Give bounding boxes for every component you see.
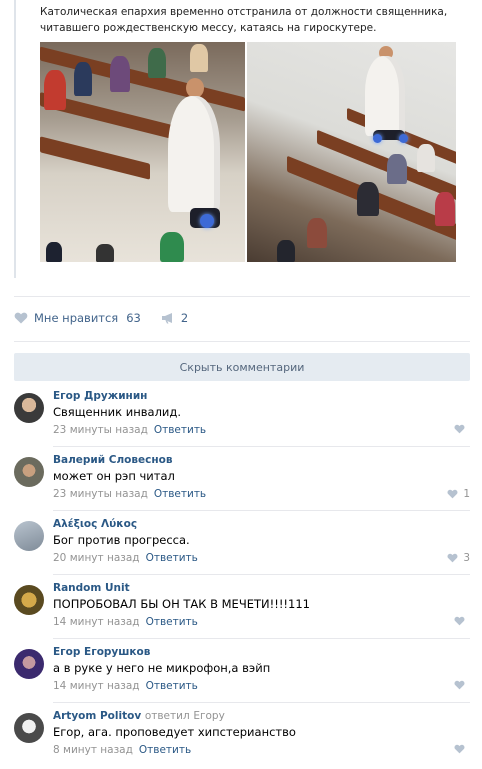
comment-time[interactable]: 8 минут назад (53, 744, 133, 756)
heart-icon (14, 312, 28, 324)
comment-like-button[interactable] (454, 424, 470, 434)
comment-author: Artyom Politov ответил Егору (53, 710, 225, 722)
avatar[interactable] (14, 649, 44, 679)
repost-bar (14, 0, 16, 278)
like-count: 63 (126, 311, 141, 325)
post-actions: Мне нравится 63 2 (14, 309, 208, 327)
comment-meta: 14 минут назад Ответить (53, 616, 198, 628)
comment-text: Бог против прогресса. (53, 533, 190, 547)
hide-comments-button[interactable]: Скрыть комментарии (14, 353, 470, 381)
comment: Егор Дружинин Священник инвалид. 23 мину… (14, 383, 470, 447)
like-label: Мне нравится (34, 311, 119, 325)
reply-link[interactable]: Ответить (154, 488, 206, 500)
comment-time[interactable]: 14 минут назад (53, 680, 140, 692)
comment-meta: 20 минут назад Ответить (53, 552, 198, 564)
comment-like-button[interactable] (454, 744, 470, 754)
replied-text: ответил (144, 710, 190, 722)
comment-meta: 14 минут назад Ответить (53, 680, 198, 692)
avatar[interactable] (14, 457, 44, 487)
reply-link[interactable]: Ответить (146, 552, 198, 564)
reply-link[interactable]: Ответить (139, 744, 191, 756)
post-photo[interactable] (40, 42, 456, 262)
heart-icon (447, 553, 458, 563)
comment-like-button[interactable] (454, 616, 470, 626)
comment-text: может он рэп читал (53, 469, 175, 483)
comment-meta: 8 минут назад Ответить (53, 744, 191, 756)
reply-link[interactable]: Ответить (154, 424, 206, 436)
actions-divider (14, 341, 470, 342)
post-divider (14, 296, 470, 297)
like-button[interactable]: Мне нравится 63 (14, 311, 141, 325)
comment-text: ПОПРОБОВАЛ БЫ ОН ТАК В МЕЧЕТИ!!!!111 (53, 597, 310, 611)
comment: Αλέξιος Λύκος Бог против прогресса. 20 м… (14, 511, 470, 575)
post-text: Католическая епархия временно отстранила… (40, 6, 448, 34)
comment-meta: 23 минуты назад Ответить (53, 488, 206, 500)
comment: Валерий Словеснов может он рэп читал 23 … (14, 447, 470, 511)
photo-right-frame (247, 42, 456, 262)
share-count: 2 (180, 311, 189, 325)
comment-author[interactable]: Αλέξιος Λύκος (53, 518, 137, 530)
comment-meta: 23 минуты назад Ответить (53, 424, 206, 436)
comment-text: Егор, ага. проповедует хипстерианство (53, 725, 296, 739)
comment: Artyom Politov ответил Егору Егор, ага. … (14, 703, 470, 767)
comment-time[interactable]: 23 минуты назад (53, 424, 148, 436)
reply-link[interactable]: Ответить (146, 680, 198, 692)
avatar[interactable] (14, 521, 44, 551)
heart-icon (447, 489, 458, 499)
avatar[interactable] (14, 585, 44, 615)
avatar[interactable] (14, 393, 44, 423)
comment-time[interactable]: 20 минут назад (53, 552, 140, 564)
comment-time[interactable]: 23 минуты назад (53, 488, 148, 500)
comment-author[interactable]: Егор Егорушков (53, 646, 150, 658)
avatar[interactable] (14, 713, 44, 743)
comment: Егор Егорушков а в руке у него не микроф… (14, 639, 470, 703)
comment-like-button[interactable]: 3 (447, 552, 470, 564)
post: Католическая епархия временно отстранила… (0, 0, 482, 296)
comment: Random Unit ПОПРОБОВАЛ БЫ ОН ТАК В МЕЧЕТ… (14, 575, 470, 639)
comment-like-button[interactable]: 1 (447, 488, 470, 500)
comment-like-button[interactable] (454, 680, 470, 690)
comment-like-count: 1 (463, 488, 470, 500)
reply-to-link[interactable]: Егору (193, 710, 224, 722)
reply-link[interactable]: Ответить (146, 616, 198, 628)
megaphone-icon (161, 313, 172, 324)
heart-icon (454, 744, 465, 754)
heart-icon (454, 424, 465, 434)
photo-left-frame (40, 42, 245, 262)
comment-like-count: 3 (463, 552, 470, 564)
heart-icon (454, 680, 465, 690)
heart-icon (454, 616, 465, 626)
comment-author[interactable]: Random Unit (53, 582, 130, 594)
comment-text: а в руке у него не микрофон,а вэйп (53, 661, 271, 675)
comment-author[interactable]: Егор Дружинин (53, 390, 147, 402)
comment-text: Священник инвалид. (53, 405, 181, 419)
comment-time[interactable]: 14 минут назад (53, 616, 140, 628)
comment-author[interactable]: Валерий Словеснов (53, 454, 173, 466)
share-button[interactable]: 2 (161, 311, 188, 325)
author-link[interactable]: Artyom Politov (53, 710, 141, 722)
